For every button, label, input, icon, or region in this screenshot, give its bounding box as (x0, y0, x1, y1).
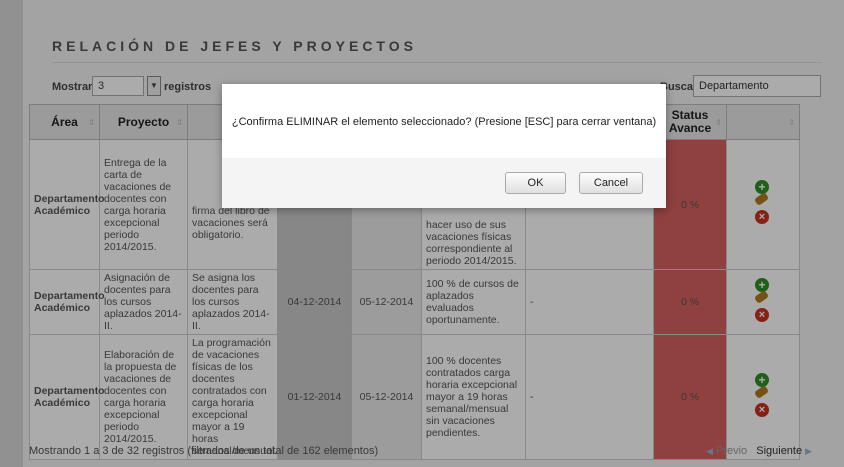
confirm-dialog: ¿Confirma ELIMINAR el elemento seleccion… (222, 84, 666, 208)
confirm-message: ¿Confirma ELIMINAR el elemento seleccion… (231, 116, 657, 128)
ok-button[interactable]: OK (505, 172, 566, 194)
cancel-button[interactable]: Cancel (579, 172, 643, 194)
modal-overlay[interactable] (0, 0, 844, 467)
